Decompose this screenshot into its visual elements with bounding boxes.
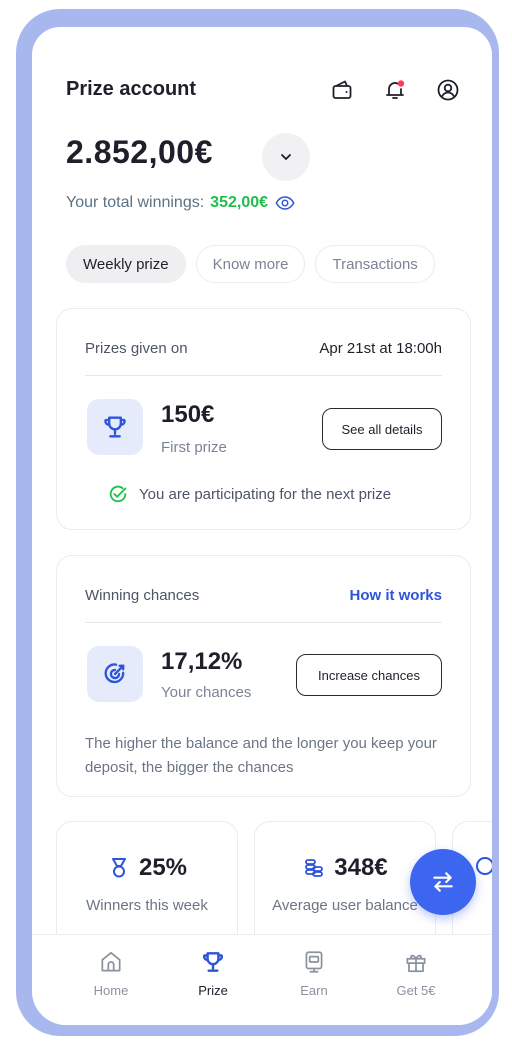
balance-amount: 2.852,00€ <box>66 134 213 170</box>
tab-bar: Weekly prize Know more Transactions <box>66 245 435 283</box>
divider <box>85 375 442 376</box>
wallet-icon[interactable] <box>329 77 355 103</box>
profile-icon[interactable] <box>435 77 461 103</box>
prize-card: Prizes given on Apr 21st at 18:00h 150€ … <box>56 308 471 530</box>
first-prize-label: First prize <box>161 439 227 456</box>
tab-weekly-prize[interactable]: Weekly prize <box>66 245 186 283</box>
check-circle-icon <box>109 485 127 503</box>
trophy-icon <box>87 399 143 455</box>
chances-description: The higher the balance and the longer yo… <box>85 735 437 776</box>
chevron-down-icon <box>281 154 291 160</box>
nav-label-get5: Get 5€ <box>396 983 436 998</box>
nav-label-prize: Prize <box>198 983 228 998</box>
tab-transactions[interactable]: Transactions <box>315 245 435 283</box>
prize-date-label: Prizes given on <box>85 339 188 357</box>
page-title: Prize account <box>66 78 197 100</box>
stat-winners-label: Winners this week <box>86 897 208 914</box>
how-it-works-link[interactable]: How it works <box>349 587 442 604</box>
see-all-details-button[interactable]: See all details <box>322 408 442 450</box>
nav-item-prize[interactable]: Prize <box>173 949 253 998</box>
stat-balance-label: Average user balance <box>272 897 418 914</box>
tab-know-more[interactable]: Know more <box>195 245 306 283</box>
target-icon <box>87 646 143 702</box>
bottom-nav: Home Prize Earn Get 5€ <box>32 934 492 1025</box>
trophy-icon <box>202 952 224 972</box>
nav-label-earn: Earn <box>300 983 328 998</box>
winnings-amount: 352,00€ <box>210 194 269 211</box>
nav-item-earn[interactable]: Earn <box>274 949 354 998</box>
stat-winners-value-row: 25% <box>57 854 237 882</box>
app-screen: Prize account 2.852,00€ Your total winni… <box>32 27 492 1025</box>
first-prize-value: 150€ <box>161 401 215 428</box>
nav-label-home: Home <box>93 983 129 998</box>
chances-value: 17,12% <box>161 648 243 675</box>
swap-arrows-icon <box>433 872 453 892</box>
chances-header-row: Winning chances How it works <box>85 584 442 606</box>
stat-balance-value: 348€ <box>334 854 388 881</box>
stat-balance-value-row: 348€ <box>255 854 435 882</box>
medal-icon <box>111 858 126 878</box>
gift-icon <box>406 954 426 973</box>
stat-icon <box>476 857 492 875</box>
bell-icon[interactable] <box>382 77 408 103</box>
participation-text: You are participating for the next prize <box>139 485 392 503</box>
nav-item-home[interactable]: Home <box>71 949 151 998</box>
winnings-label: Your total winnings: <box>66 194 205 211</box>
chances-label: Winning chances <box>85 586 200 604</box>
earn-icon <box>305 951 323 973</box>
header: Prize account <box>66 75 461 107</box>
chances-value-label: Your chances <box>161 684 252 701</box>
prize-date-value: Apr 21st at 18:00h <box>319 339 442 357</box>
total-winnings: Your total winnings: 352,00€ <box>66 192 296 214</box>
increase-chances-button[interactable]: Increase chances <box>296 654 442 696</box>
eye-icon[interactable] <box>274 192 296 214</box>
balance-expand-button[interactable] <box>262 133 310 181</box>
stat-winners-value: 25% <box>138 854 188 881</box>
transfer-button[interactable] <box>410 849 476 915</box>
home-icon <box>101 951 121 972</box>
prize-date-row: Prizes given on Apr 21st at 18:00h <box>85 337 442 359</box>
chances-card: Winning chances How it works 17,12% Your… <box>56 555 471 797</box>
participation-status: You are participating for the next prize <box>107 483 391 505</box>
nav-item-get5[interactable]: Get 5€ <box>376 949 456 998</box>
coins-icon <box>305 859 324 877</box>
divider <box>85 622 442 623</box>
